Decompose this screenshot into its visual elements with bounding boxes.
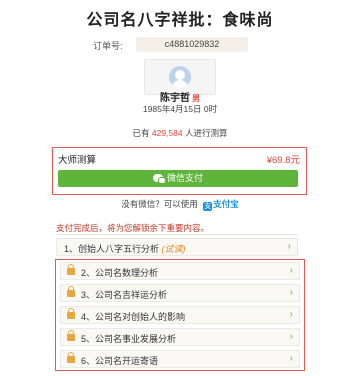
avatar-icon [169, 66, 191, 88]
payment-price: ¥69.8元 [266, 155, 300, 166]
locked-item[interactable]: 4、公司名对创始人的影响 › [60, 306, 300, 324]
lock-icon [67, 308, 75, 319]
free-section-label-wrap: 1、创始人八字五行分析 (试读) [64, 242, 186, 255]
unlock-notice: 支付完成后，将为您解锁余下重要内容。 [56, 223, 210, 233]
order-row: 订单号: c4881029832 [0, 37, 360, 53]
locked-item-label: 2、公司名数理分析 [81, 268, 159, 278]
count-prefix: 已有 [132, 128, 150, 138]
profile-name-row: 陈宇哲男 [0, 89, 360, 104]
wechat-icon [152, 174, 166, 184]
lock-icon [67, 286, 75, 297]
user-count: 已有 429,584 人进行测算 [0, 127, 360, 139]
divider [56, 234, 298, 235]
locked-item-label: 5、公司名事业发展分析 [81, 334, 177, 344]
chevron-right-icon: › [289, 265, 293, 276]
trial-tag: (试读) [161, 244, 186, 254]
free-section-item[interactable]: 1、创始人八字五行分析 (试读) › [56, 238, 298, 256]
locked-sections: 2、公司名数理分析 › 3、公司名吉祥运分析 › 4、公司名对创始人的影响 › … [55, 259, 305, 371]
order-number-label: 订单号: [93, 41, 123, 51]
chevron-right-icon: › [287, 241, 291, 252]
alipay-icon[interactable]: 支 [203, 202, 213, 211]
wechat-pay-button[interactable]: 微信支付 [58, 170, 298, 187]
gender-badge: 男 [192, 94, 200, 103]
locked-item-label: 3、公司名吉祥运分析 [81, 290, 168, 300]
wechat-pay-label: 微信支付 [166, 173, 203, 183]
chevron-right-icon: › [289, 331, 293, 342]
count-suffix: 人进行测算 [184, 128, 228, 138]
alternative-payment: 没有微信？可以使用 支支付宝 [0, 198, 360, 211]
locked-item[interactable]: 5、公司名事业发展分析 › [60, 328, 300, 346]
chevron-right-icon: › [289, 287, 293, 298]
lock-icon [67, 264, 75, 275]
order-number-value: c4881029832 [136, 37, 248, 52]
lock-icon [67, 330, 75, 341]
locked-item[interactable]: 6、公司名开运寄语 › [60, 350, 300, 368]
payment-box: 大师测算 ¥69.8元 微信支付 [52, 147, 307, 195]
count-number: 429,584 [151, 128, 183, 138]
free-section-label: 1、创始人八字五行分析 [64, 244, 160, 254]
locked-item[interactable]: 3、公司名吉祥运分析 › [60, 284, 300, 302]
page-title: 公司名八字祥批：食味尚 [86, 12, 274, 29]
payment-title: 大师测算 [58, 155, 97, 166]
locked-item-label: 6、公司名开运寄语 [81, 356, 159, 366]
alt-pay-text: 没有微信？可以使用 [121, 199, 198, 209]
locked-item-label: 4、公司名对创始人的影响 [81, 312, 186, 322]
alipay-link[interactable]: 支付宝 [213, 199, 239, 209]
chevron-right-icon: › [289, 309, 293, 320]
lock-icon [67, 352, 75, 363]
birth-date: 1985年4月15日 0时 [142, 104, 218, 114]
chevron-right-icon: › [289, 353, 293, 364]
locked-item[interactable]: 2、公司名数理分析 › [60, 262, 300, 280]
